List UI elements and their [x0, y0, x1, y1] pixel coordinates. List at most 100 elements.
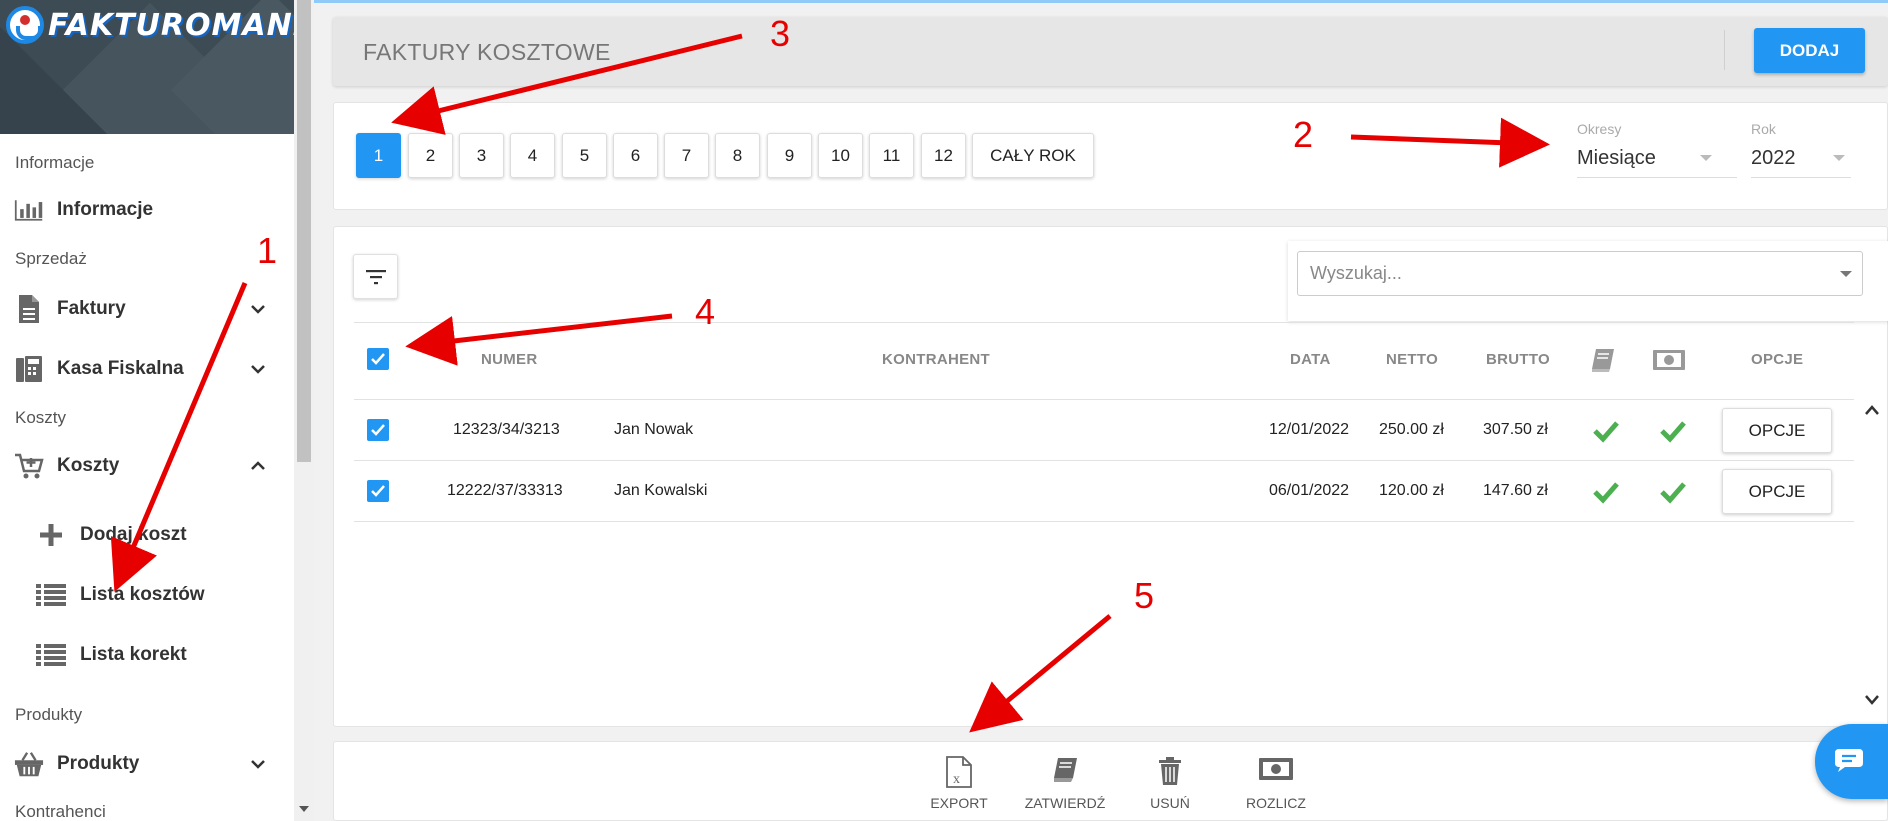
settle-button[interactable]: ROZLICZ	[1226, 750, 1326, 816]
filter-icon	[366, 270, 386, 285]
cell-brutto: 147.60 zł	[1483, 482, 1548, 499]
chevron-down-icon[interactable]	[1840, 271, 1852, 277]
cart-add-icon	[14, 451, 44, 481]
sidebar-item-kasa-fiskalna[interactable]: Kasa Fiskalna	[0, 349, 294, 389]
book-icon	[1054, 758, 1077, 782]
approve-button[interactable]: ZATWIERDŹ	[1015, 750, 1115, 816]
cell-data: 12/01/2022	[1269, 421, 1350, 438]
sidebar-section-sprzedaz: Sprzedaż	[15, 249, 87, 268]
chevron-up-icon[interactable]	[248, 456, 268, 476]
sidebar-section-koszty: Koszty	[15, 408, 67, 427]
month-button-3[interactable]: 3	[459, 133, 504, 178]
sidebar-item-dodaj-koszt[interactable]: Dodaj koszt	[0, 515, 294, 555]
select-underline	[1751, 177, 1851, 178]
book-icon	[1592, 349, 1614, 372]
month-button-1[interactable]: 1	[356, 133, 401, 178]
cell-netto: 120.00 zł	[1379, 482, 1444, 499]
month-button-5[interactable]: 5	[562, 133, 607, 178]
cell-kontrahent: Jan Kowalski	[614, 482, 708, 499]
annotation-label-3: 3	[770, 13, 791, 54]
whole-year-button[interactable]: CAŁY ROK	[972, 133, 1094, 178]
dropdown-caret-icon	[1833, 155, 1845, 161]
row-options-button[interactable]: OPCJE	[1722, 408, 1832, 453]
month-button-4[interactable]: 4	[510, 133, 555, 178]
chevron-down-icon[interactable]	[248, 754, 268, 774]
check-icon	[371, 353, 385, 365]
delete-label: USUŃ	[1150, 795, 1190, 811]
search-input[interactable]	[1297, 251, 1863, 296]
periods-select-value: Miesiące	[1577, 147, 1656, 169]
sidebar-item-label: Koszty	[57, 455, 120, 476]
cell-brutto: 307.50 zł	[1483, 421, 1548, 438]
month-button-2[interactable]: 2	[408, 133, 453, 178]
sidebar-item-label: Kasa Fiskalna	[57, 358, 184, 379]
sidebar-item-lista-korekt[interactable]: Lista korekt	[0, 635, 294, 675]
chat-button[interactable]	[1815, 724, 1888, 799]
year-select[interactable]: 2022	[1751, 139, 1851, 179]
annotation-label-1: 1	[257, 230, 278, 271]
table-row[interactable]: 12323/34/3213 Jan Nowak 12/01/2022 250.0…	[354, 400, 1854, 461]
row-checkbox[interactable]	[367, 419, 389, 441]
cell-data: 06/01/2022	[1269, 482, 1350, 499]
sidebar-item-label: Faktury	[57, 298, 126, 319]
sidebar-item-koszty[interactable]: Koszty	[0, 446, 294, 486]
scroll-up-icon[interactable]	[1863, 403, 1881, 417]
sidebar: FAKTUROMANIA Informacje Informacje Sprze…	[0, 0, 294, 821]
month-button-7[interactable]: 7	[664, 133, 709, 178]
add-button[interactable]: DODAJ	[1754, 28, 1865, 73]
periods-select[interactable]: Miesiące	[1577, 139, 1737, 179]
settled-check-icon	[1660, 482, 1686, 504]
document-icon	[14, 294, 44, 324]
sidebar-scrollbar[interactable]	[294, 0, 314, 821]
row-options-button[interactable]: OPCJE	[1722, 469, 1832, 514]
dropdown-caret-icon	[1700, 155, 1712, 161]
sidebar-item-lista-kosztow[interactable]: Lista kosztów	[0, 575, 294, 615]
sidebar-item-label: Lista kosztów	[80, 584, 205, 605]
column-header-brutto[interactable]: BRUTTO	[1486, 351, 1550, 368]
sidebar-scrollbar-thumb[interactable]	[297, 0, 311, 462]
month-button-12[interactable]: 12	[921, 133, 966, 178]
cell-numer: 12323/34/3213	[453, 421, 560, 438]
sidebar-section-kontrahenci: Kontrahenci	[15, 802, 106, 821]
sidebar-item-produkty[interactable]: Produkty	[0, 744, 294, 784]
column-header-kontrahent[interactable]: KONTRAHENT	[882, 351, 990, 368]
annotation-label-2: 2	[1293, 114, 1314, 155]
month-button-11[interactable]: 11	[869, 133, 914, 178]
column-header-data[interactable]: DATA	[1290, 351, 1331, 368]
chevron-down-icon[interactable]	[248, 299, 268, 319]
excel-export-icon: x	[946, 756, 972, 788]
approve-label: ZATWIERDŹ	[1024, 795, 1106, 811]
scroll-down-arrow-icon[interactable]	[299, 806, 309, 812]
scroll-down-icon[interactable]	[1863, 693, 1881, 707]
sidebar-item-label: Informacje	[57, 199, 154, 220]
month-button-6[interactable]: 6	[613, 133, 658, 178]
row-checkbox[interactable]	[367, 480, 389, 502]
trash-icon	[1159, 757, 1181, 785]
chevron-down-icon[interactable]	[248, 359, 268, 379]
export-label: EXPORT	[930, 795, 988, 811]
year-select-value: 2022	[1751, 147, 1796, 169]
table-row[interactable]: 12222/37/33313 Jan Kowalski 06/01/2022 1…	[354, 461, 1854, 522]
export-button[interactable]: x EXPORT	[909, 750, 1009, 816]
check-icon	[371, 424, 385, 436]
filter-button[interactable]	[353, 254, 398, 299]
delete-button[interactable]: USUŃ	[1120, 750, 1220, 816]
row-divider	[354, 521, 1854, 522]
check-icon	[371, 485, 385, 497]
column-header-netto[interactable]: NETTO	[1386, 351, 1438, 368]
select-all-checkbox[interactable]	[367, 348, 389, 370]
sidebar-item-informacje[interactable]: Informacje	[0, 190, 294, 230]
page-title: FAKTURY KOSZTOWE	[363, 39, 611, 65]
logo-icon	[6, 6, 44, 44]
column-header-numer[interactable]: NUMER	[481, 351, 538, 368]
approved-check-icon	[1593, 421, 1619, 443]
settle-label: ROZLICZ	[1246, 795, 1306, 811]
app-logo[interactable]: FAKTUROMANIA	[48, 8, 294, 43]
basket-icon	[14, 749, 44, 779]
sidebar-item-faktury[interactable]: Faktury	[0, 289, 294, 329]
month-button-8[interactable]: 8	[715, 133, 760, 178]
search-container	[1288, 241, 1888, 321]
month-button-10[interactable]: 10	[818, 133, 863, 178]
annotation-label-5: 5	[1134, 575, 1155, 616]
month-button-9[interactable]: 9	[767, 133, 812, 178]
